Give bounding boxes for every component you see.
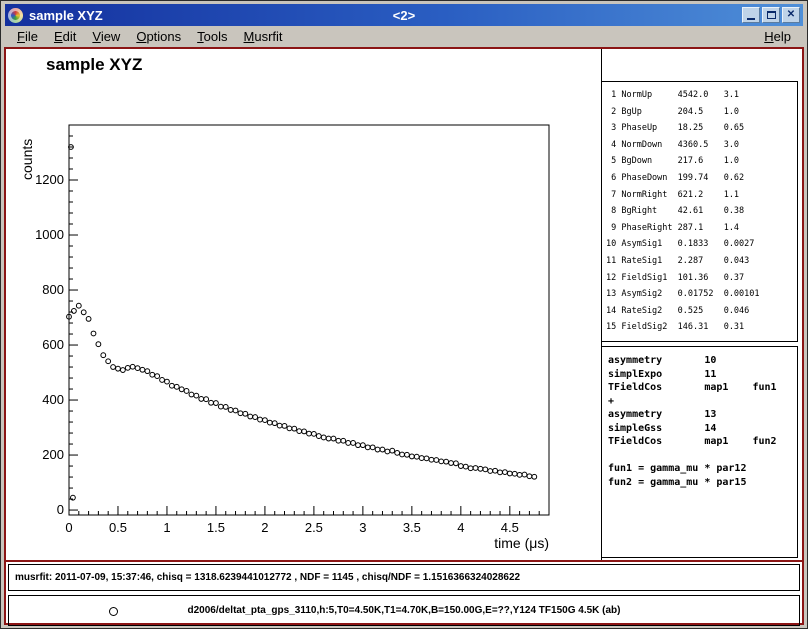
close-icon: ✕ (787, 10, 795, 20)
stats-row: 15 FieldSig2 146.31 0.31 (606, 319, 797, 336)
root-canvas[interactable]: 0 0.5 1 1.5 2 2.5 3 3.5 4 4.5 0 200 400 600 800 1000 120… (4, 47, 804, 625)
menu-help[interactable]: Help (756, 28, 799, 45)
fit-info-text: musrfit: 2011-07-09, 15:37:46, chisq = 1… (15, 572, 520, 583)
workspace-label: <2> (393, 8, 415, 23)
stats-row: 8 BgRight 42.61 0.38 (606, 203, 797, 220)
x-tick-label: 2 (261, 520, 268, 535)
minimize-icon (747, 18, 755, 20)
theory-line: fun1 = gamma_mu * par12 (608, 462, 797, 476)
window-title: sample XYZ (29, 8, 103, 23)
x-tick-label: 3.5 (403, 520, 421, 535)
theory-box[interactable]: asymmetry 10simplExpo 11TFieldCos map1 f… (601, 346, 798, 558)
stats-row: 1 NormUp 4542.0 3.1 (606, 87, 797, 104)
theory-line: TFieldCos map1 fun1 (608, 381, 797, 395)
x-tick-label: 4.5 (501, 520, 519, 535)
stats-row: 11 RateSig1 2.287 0.043 (606, 253, 797, 270)
x-axis-title: time (μs) (494, 535, 549, 551)
stats-row: 6 PhaseDown 199.74 0.62 (606, 170, 797, 187)
stats-row: 14 RateSig2 0.525 0.046 (606, 303, 797, 320)
theory-line: asymmetry 13 (608, 408, 797, 422)
y-axis-title: counts (19, 139, 35, 180)
y-tick-label: 400 (42, 392, 64, 407)
minimize-button[interactable] (742, 7, 760, 23)
menu-musrfit[interactable]: Musrfit (236, 28, 291, 45)
x-tick-label: 2.5 (305, 520, 323, 535)
theory-line: TFieldCos map1 fun2 (608, 435, 797, 449)
fit-info-pad[interactable]: musrfit: 2011-07-09, 15:37:46, chisq = 1… (8, 564, 800, 591)
plot-pad[interactable]: 0 0.5 1 1.5 2 2.5 3 3.5 4 4.5 0 200 400 600 800 1000 120… (6, 49, 802, 562)
y-tick-label: 1000 (35, 227, 64, 242)
window-frame: sample XYZ <2> ✕ File Edit View Options … (0, 0, 808, 629)
y-tick-label: 800 (42, 282, 64, 297)
x-tick-label: 4 (457, 520, 464, 535)
theory-line (608, 449, 797, 463)
theory-line: simplExpo 11 (608, 368, 797, 382)
x-tick-label: 1 (163, 520, 170, 535)
stats-row: 13 AsymSig2 0.01752 0.00101 (606, 286, 797, 303)
maximize-button[interactable] (762, 7, 780, 23)
theory-line: + (608, 395, 797, 409)
stats-row: 3 PhaseUp 18.25 0.65 (606, 120, 797, 137)
x-tick-label: 3 (359, 520, 366, 535)
close-button[interactable]: ✕ (782, 7, 800, 23)
y-tick-label: 600 (42, 337, 64, 352)
stats-row: 4 NormDown 4360.5 3.0 (606, 137, 797, 154)
stats-row: 12 FieldSig1 101.36 0.37 (606, 270, 797, 287)
menu-tools[interactable]: Tools (189, 28, 235, 45)
stats-box[interactable]: 1 NormUp 4542.0 3.1 2 BgUp 204.5 1.0 3 P… (601, 81, 798, 342)
y-tick-label: 200 (42, 447, 64, 462)
plot-title: sample XYZ (46, 55, 142, 75)
y-tick-label: 0 (57, 502, 64, 517)
menu-view[interactable]: View (84, 28, 128, 45)
app-icon[interactable] (8, 8, 23, 23)
stats-row: 2 BgUp 204.5 1.0 (606, 104, 797, 121)
plot-frame (69, 125, 549, 515)
stats-row: 5 BgDown 217.6 1.0 (606, 153, 797, 170)
theory-line: simpleGss 14 (608, 422, 797, 436)
y-tick-label: 1200 (35, 172, 64, 187)
theory-line: fun2 = gamma_mu * par15 (608, 476, 797, 490)
menu-file[interactable]: File (9, 28, 46, 45)
maximize-icon (767, 11, 776, 19)
menu-edit[interactable]: Edit (46, 28, 84, 45)
menubar: File Edit View Options Tools Musrfit Hel… (5, 27, 803, 46)
theory-line: asymmetry 10 (608, 354, 797, 368)
theory-box-rows: asymmetry 10simplExpo 11TFieldCos map1 f… (608, 354, 797, 489)
stats-row: 9 PhaseRight 287.1 1.4 (606, 220, 797, 237)
x-tick-label: 0 (65, 520, 72, 535)
legend-text: d2006/deltat_pta_gps_3110,h:5,T0=4.50K,T… (188, 605, 621, 616)
legend-pad[interactable]: d2006/deltat_pta_gps_3110,h:5,T0=4.50K,T… (8, 595, 800, 626)
x-tick-label: 0.5 (109, 520, 127, 535)
titlebar[interactable]: sample XYZ <2> ✕ (5, 4, 803, 26)
stats-row: 7 NormRight 621.2 1.1 (606, 187, 797, 204)
legend-marker-icon (109, 607, 118, 616)
stats-box-rows: 1 NormUp 4542.0 3.1 2 BgUp 204.5 1.0 3 P… (606, 87, 797, 336)
x-tick-label: 1.5 (207, 520, 225, 535)
data-points (67, 145, 537, 500)
menu-options[interactable]: Options (128, 28, 189, 45)
stats-row: 10 AsymSig1 0.1833 0.0027 (606, 236, 797, 253)
